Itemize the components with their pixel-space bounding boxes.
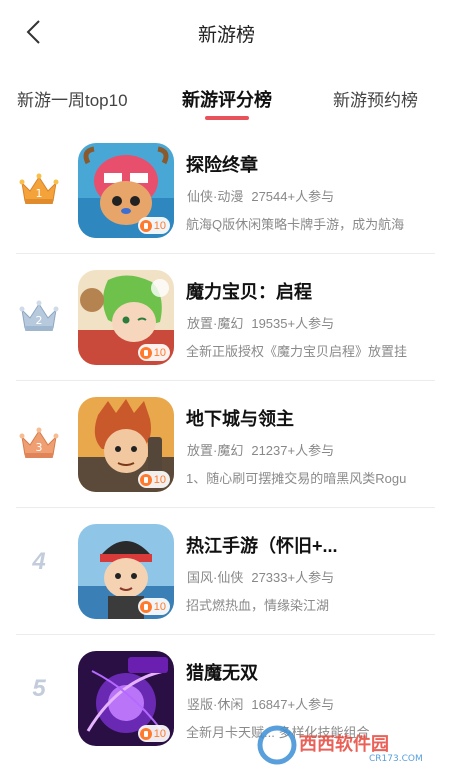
top-bar: 新游榜	[0, 0, 453, 66]
list-item[interactable]: 4 10 热江手游（怀旧+... 国风·仙侠 27333+人参与 招式燃热血，情缘…	[0, 508, 453, 635]
rank-number: 4	[32, 548, 46, 575]
game-tags: 放置·魔幻	[187, 443, 244, 458]
game-icon[interactable]: 10	[78, 524, 174, 619]
game-title[interactable]: 地下城与领主	[186, 405, 294, 431]
gold-crown-rank-icon: 1	[19, 173, 59, 204]
score-badge: 10	[137, 598, 170, 615]
bronze-crown-rank-icon: 3	[19, 427, 59, 458]
score-value: 10	[153, 473, 166, 486]
game-title[interactable]: 猎魔无双	[186, 659, 258, 685]
svg-text:2: 2	[36, 314, 43, 327]
score-icon	[139, 346, 152, 359]
game-title[interactable]: 热江手游（怀旧+...	[186, 532, 338, 558]
score-value: 10	[153, 346, 166, 359]
game-tags: 国风·仙侠	[187, 570, 244, 585]
player-count: 16847+人参与	[251, 697, 335, 712]
score-badge: 10	[137, 725, 170, 742]
score-badge: 10	[137, 471, 170, 488]
list-item[interactable]: 2 10 魔力宝贝：启程 放置·魔幻 19535+人参与 全新正版授权《魔力宝贝启…	[0, 254, 453, 381]
score-badge: 10	[137, 344, 170, 361]
site-watermark-logo: 西西软件园 CR173.COM	[257, 725, 423, 765]
game-meta: 国风·仙侠 27333+人参与	[187, 567, 334, 586]
game-meta: 仙侠·动漫 27544+人参与	[187, 186, 334, 205]
ranking-tabs: 新游一周top10 新游评分榜 新游预约榜	[0, 78, 453, 122]
score-value: 10	[153, 600, 166, 613]
score-badge: 10	[137, 217, 170, 234]
active-tab-indicator	[205, 116, 249, 120]
list-item[interactable]: 3 10 地下城与领主 放置·魔幻 21237+人参与 1、随心刷可摆摊交易的暗黑…	[0, 381, 453, 508]
game-title[interactable]: 魔力宝贝：启程	[186, 278, 312, 304]
tab-reservation-ranking[interactable]: 新游预约榜	[333, 86, 418, 111]
score-icon	[139, 473, 152, 486]
player-count: 21237+人参与	[251, 443, 335, 458]
game-description: 航海Q版休闲策略卡牌手游，成为航海	[186, 217, 405, 232]
game-title[interactable]: 探险终章	[186, 151, 258, 177]
game-icon[interactable]: 10	[78, 397, 174, 492]
silver-crown-rank-icon: 2	[19, 300, 59, 331]
score-icon	[139, 219, 152, 232]
game-tags: 放置·魔幻	[187, 316, 244, 331]
score-icon	[139, 600, 152, 613]
svg-text:西西软件园: 西西软件园	[299, 733, 389, 755]
game-description: 全新正版授权《魔力宝贝启程》放置挂	[186, 344, 408, 359]
game-icon[interactable]: 10	[78, 651, 174, 746]
game-description: 1、随心刷可摆摊交易的暗黑风类Rogu	[186, 471, 407, 486]
tab-rating-ranking[interactable]: 新游评分榜	[182, 86, 272, 112]
svg-text:CR173.COM: CR173.COM	[369, 754, 423, 764]
game-meta: 放置·魔幻 21237+人参与	[187, 440, 334, 459]
game-icon[interactable]: 10	[78, 143, 174, 238]
player-count: 27333+人参与	[251, 570, 335, 585]
tab-weekly-top10[interactable]: 新游一周top10	[17, 86, 128, 111]
game-meta: 放置·魔幻 19535+人参与	[187, 313, 334, 332]
game-meta: 竖版·休闲 16847+人参与	[187, 694, 334, 713]
list-item[interactable]: 1 10 探险终章 仙侠·动漫 27544+人参与 航海Q版休闲策略卡牌手游，成…	[0, 127, 453, 254]
svg-text:1: 1	[36, 187, 43, 200]
game-tags: 竖版·休闲	[187, 697, 244, 712]
game-icon[interactable]: 10	[78, 270, 174, 365]
rank-number: 5	[32, 675, 46, 702]
player-count: 27544+人参与	[251, 189, 335, 204]
page-title: 新游榜	[197, 25, 255, 46]
game-tags: 仙侠·动漫	[187, 189, 244, 204]
player-count: 19535+人参与	[251, 316, 335, 331]
score-value: 10	[153, 727, 166, 740]
game-description: 招式燃热血，情缘染江湖	[186, 598, 330, 613]
score-value: 10	[153, 219, 166, 232]
score-icon	[139, 727, 152, 740]
svg-text:3: 3	[36, 441, 43, 454]
